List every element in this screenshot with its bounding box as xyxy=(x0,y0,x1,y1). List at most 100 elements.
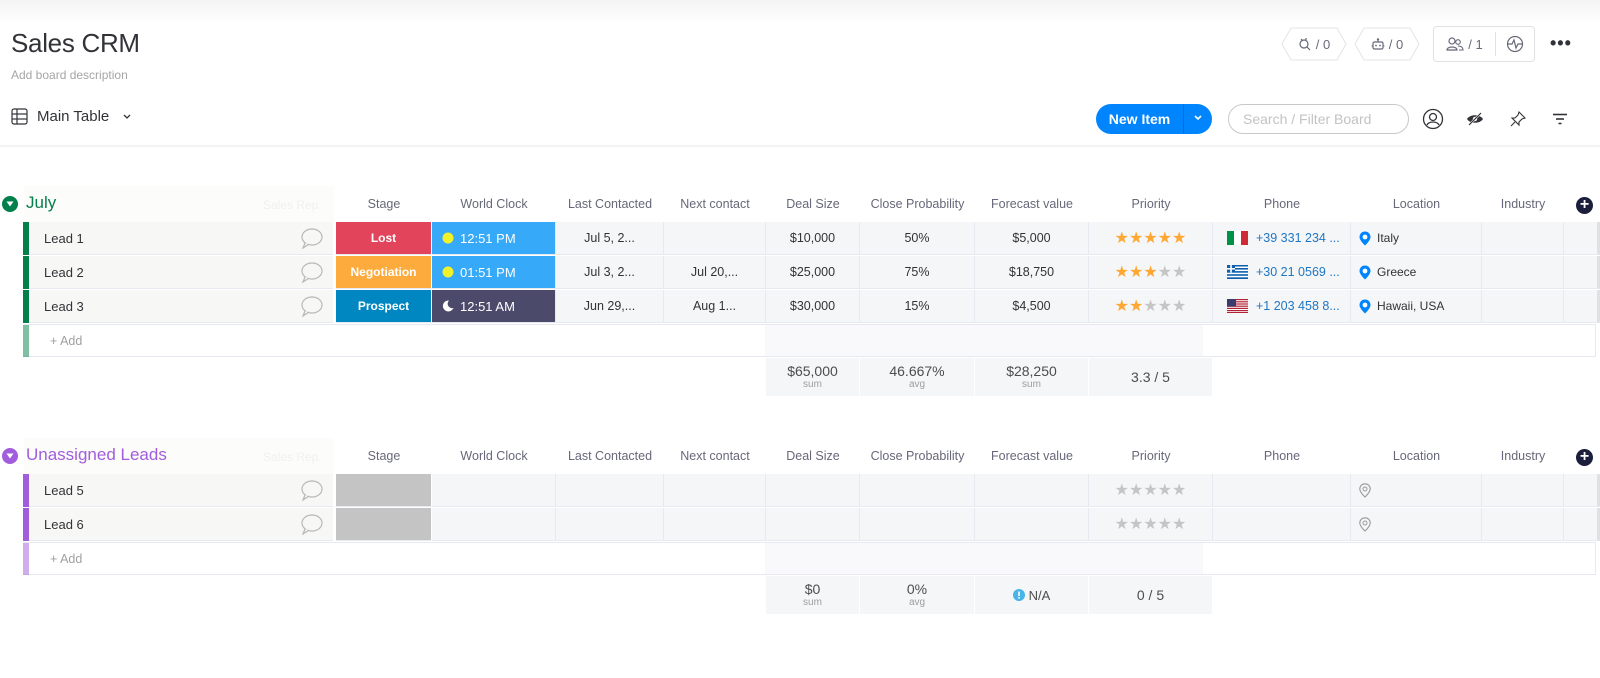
star-empty-icon[interactable]: ★ xyxy=(1129,480,1143,500)
star-empty-icon[interactable]: ★ xyxy=(1172,296,1186,316)
star-filled-icon[interactable]: ★ xyxy=(1115,296,1129,316)
phone-number[interactable]: +30 21 0569 ... xyxy=(1256,265,1340,279)
add-item-input[interactable]: + Add xyxy=(50,334,82,348)
group-title[interactable]: July xyxy=(26,193,56,213)
close-probability-cell[interactable] xyxy=(860,508,975,541)
item-name-cell[interactable]: Lead 6 xyxy=(29,508,333,541)
last-contacted-cell[interactable] xyxy=(556,508,664,541)
phone-cell[interactable] xyxy=(1213,508,1351,541)
column-header-last-contacted[interactable]: Last Contacted xyxy=(556,449,664,463)
column-header-phone[interactable]: Phone xyxy=(1213,449,1351,463)
automations-button[interactable]: / 0 xyxy=(1354,27,1420,61)
person-filter-button[interactable] xyxy=(1421,107,1445,131)
close-probability-cell[interactable]: 75% xyxy=(860,256,975,289)
forecast-cell[interactable]: $4,500 xyxy=(975,290,1089,323)
column-header-deal-size[interactable]: Deal Size xyxy=(766,197,860,211)
column-header-forecast[interactable]: Forecast value xyxy=(975,197,1089,211)
world-clock-cell[interactable] xyxy=(432,474,556,507)
industry-cell[interactable] xyxy=(1482,474,1564,507)
column-header-next-contact[interactable]: Next contact xyxy=(664,197,766,211)
close-probability-cell[interactable]: 15% xyxy=(860,290,975,323)
industry-cell[interactable] xyxy=(1482,222,1564,255)
group-collapse-toggle[interactable] xyxy=(2,448,18,464)
star-empty-icon[interactable]: ★ xyxy=(1158,514,1172,534)
add-column-button[interactable]: + xyxy=(1576,449,1593,466)
group-collapse-toggle[interactable] xyxy=(2,196,18,212)
star-empty-icon[interactable]: ★ xyxy=(1143,514,1157,534)
column-header-close-probability[interactable]: Close Probability xyxy=(860,197,975,211)
forecast-cell[interactable]: $5,000 xyxy=(975,222,1089,255)
deal-size-cell[interactable]: $25,000 xyxy=(766,256,860,289)
star-empty-icon[interactable]: ★ xyxy=(1143,480,1157,500)
item-name-cell[interactable]: Lead 2 xyxy=(29,256,333,289)
phone-cell[interactable]: +1 203 458 8... xyxy=(1213,290,1351,323)
column-header-stage[interactable]: Stage xyxy=(336,197,432,211)
column-header-sales-rep[interactable]: Sales Rep. xyxy=(263,450,322,464)
star-filled-icon[interactable]: ★ xyxy=(1129,262,1143,282)
item-name[interactable]: Lead 1 xyxy=(44,231,84,246)
star-empty-icon[interactable]: ★ xyxy=(1158,480,1172,500)
close-probability-cell[interactable]: 50% xyxy=(860,222,975,255)
column-header-forecast[interactable]: Forecast value xyxy=(975,449,1089,463)
priority-rating[interactable]: ★ ★ ★ ★ ★ xyxy=(1089,222,1213,255)
add-item-row[interactable]: + Add xyxy=(23,324,1596,357)
updates-button[interactable] xyxy=(299,513,323,540)
column-header-sales-rep[interactable]: Sales Rep. xyxy=(263,198,322,212)
star-empty-icon[interactable]: ★ xyxy=(1115,514,1129,534)
column-header-phone[interactable]: Phone xyxy=(1213,197,1351,211)
priority-rating[interactable]: ★ ★ ★ ★ ★ xyxy=(1089,256,1213,289)
table-row[interactable]: Lead 5 ★ ★ ★ ★ ★ xyxy=(23,474,1600,508)
world-clock-cell[interactable]: 12:51 AM xyxy=(432,290,556,323)
priority-rating[interactable]: ★ ★ ★ ★ ★ xyxy=(1089,474,1213,507)
next-contact-cell[interactable] xyxy=(664,508,766,541)
forecast-cell[interactable] xyxy=(975,508,1089,541)
phone-number[interactable]: +39 331 234 ... xyxy=(1256,231,1340,245)
new-item-dropdown[interactable] xyxy=(1184,114,1212,125)
location-cell[interactable] xyxy=(1351,474,1482,507)
phone-cell[interactable]: +30 21 0569 ... xyxy=(1213,256,1351,289)
stage-cell[interactable]: Negotiation xyxy=(336,256,432,289)
add-column-button[interactable]: + xyxy=(1576,197,1593,214)
updates-button[interactable] xyxy=(299,295,323,322)
view-selector[interactable]: Main Table xyxy=(11,108,132,125)
table-row[interactable]: Lead 3 Prospect 12:51 AM Jun 29,... Aug 1...… xyxy=(23,290,1600,324)
item-name-cell[interactable]: Lead 5 xyxy=(29,474,333,507)
new-item-label[interactable]: New Item xyxy=(1096,104,1184,134)
star-empty-icon[interactable]: ★ xyxy=(1172,262,1186,282)
item-name[interactable]: Lead 3 xyxy=(44,299,84,314)
integrations-button[interactable]: / 0 xyxy=(1281,27,1347,61)
forecast-cell[interactable]: $18,750 xyxy=(975,256,1089,289)
location-cell[interactable]: Hawaii, USA xyxy=(1351,290,1482,323)
table-row[interactable]: Lead 1 Lost 12:51 PM Jul 5, 2... $10,000 50% $… xyxy=(23,222,1600,256)
star-empty-icon[interactable]: ★ xyxy=(1115,480,1129,500)
star-empty-icon[interactable]: ★ xyxy=(1158,262,1172,282)
star-empty-icon[interactable]: ★ xyxy=(1172,514,1186,534)
add-item-input[interactable]: + Add xyxy=(50,552,82,566)
stage-cell[interactable] xyxy=(336,508,432,541)
members-button[interactable]: / 1 xyxy=(1434,27,1495,61)
column-header-last-contacted[interactable]: Last Contacted xyxy=(556,197,664,211)
column-header-priority[interactable]: Priority xyxy=(1089,449,1213,463)
industry-cell[interactable] xyxy=(1482,508,1564,541)
star-filled-icon[interactable]: ★ xyxy=(1115,228,1129,248)
location-cell[interactable]: Greece xyxy=(1351,256,1482,289)
star-empty-icon[interactable]: ★ xyxy=(1172,480,1186,500)
board-title[interactable]: Sales CRM xyxy=(11,28,140,59)
new-item-button[interactable]: New Item xyxy=(1096,104,1212,134)
deal-size-cell[interactable] xyxy=(766,508,860,541)
last-contacted-cell[interactable]: Jul 3, 2... xyxy=(556,256,664,289)
star-filled-icon[interactable]: ★ xyxy=(1143,228,1157,248)
column-header-priority[interactable]: Priority xyxy=(1089,197,1213,211)
last-contacted-cell[interactable] xyxy=(556,474,664,507)
last-contacted-cell[interactable]: Jul 5, 2... xyxy=(556,222,664,255)
priority-rating[interactable]: ★ ★ ★ ★ ★ xyxy=(1089,290,1213,323)
star-filled-icon[interactable]: ★ xyxy=(1129,228,1143,248)
last-contacted-cell[interactable]: Jun 29,... xyxy=(556,290,664,323)
table-row[interactable]: Lead 2 Negotiation 01:51 PM Jul 3, 2... Jul … xyxy=(23,256,1600,290)
world-clock-cell[interactable] xyxy=(432,508,556,541)
pin-button[interactable] xyxy=(1506,107,1530,131)
industry-cell[interactable] xyxy=(1482,290,1564,323)
world-clock-cell[interactable]: 12:51 PM xyxy=(432,222,556,255)
location-cell[interactable] xyxy=(1351,508,1482,541)
column-header-stage[interactable]: Stage xyxy=(336,449,432,463)
